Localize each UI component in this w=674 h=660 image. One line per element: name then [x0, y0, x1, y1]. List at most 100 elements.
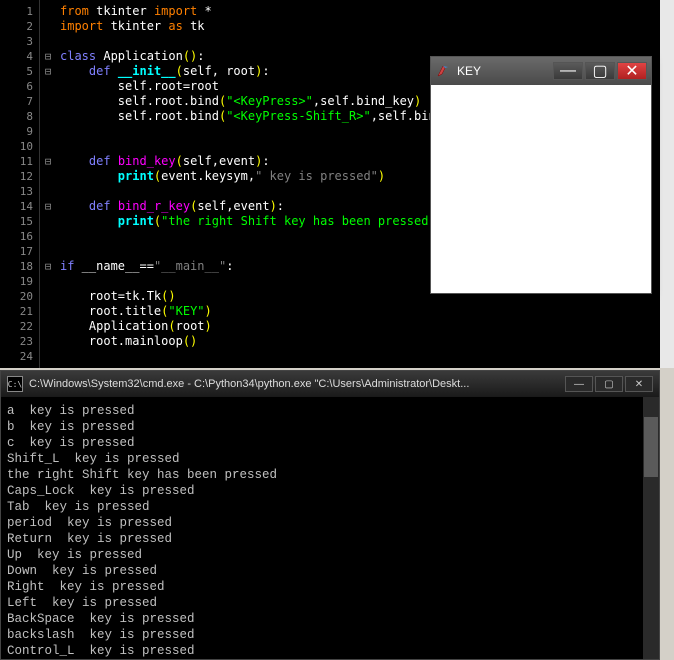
- fold-marker[interactable]: ⊟: [40, 49, 56, 64]
- maximize-icon: ▢: [604, 379, 613, 390]
- close-button[interactable]: ✕: [617, 62, 647, 80]
- line-number: 5: [0, 64, 39, 79]
- code-line[interactable]: from tkinter import *: [60, 4, 660, 19]
- cmd-output-line: period key is pressed: [7, 515, 653, 531]
- tk-client-area[interactable]: [431, 85, 651, 293]
- cmd-output-line: Caps_Lock key is pressed: [7, 483, 653, 499]
- fold-marker[interactable]: ⊟: [40, 199, 56, 214]
- cmd-titlebar[interactable]: C:\ C:\Windows\System32\cmd.exe - C:\Pyt…: [1, 371, 659, 397]
- cmd-output-line: Tab key is pressed: [7, 499, 653, 515]
- fold-marker[interactable]: [40, 334, 56, 349]
- line-number-gutter: 123456789101112131415161718192021222324: [0, 0, 40, 368]
- cmd-output-line: Down key is pressed: [7, 563, 653, 579]
- line-number: 1: [0, 4, 39, 19]
- fold-marker[interactable]: ⊟: [40, 64, 56, 79]
- tk-window-title: KEY: [457, 64, 553, 78]
- cmd-close-button[interactable]: ✕: [625, 376, 653, 392]
- line-number: 7: [0, 94, 39, 109]
- line-number: 18: [0, 259, 39, 274]
- line-number: 2: [0, 19, 39, 34]
- tk-titlebar[interactable]: KEY — ▢ ✕: [431, 57, 651, 85]
- fold-marker[interactable]: [40, 319, 56, 334]
- line-number: 24: [0, 349, 39, 364]
- fold-marker[interactable]: [40, 184, 56, 199]
- line-number: 11: [0, 154, 39, 169]
- fold-marker[interactable]: [40, 244, 56, 259]
- fold-marker[interactable]: [40, 124, 56, 139]
- line-number: 10: [0, 139, 39, 154]
- fold-marker[interactable]: [40, 289, 56, 304]
- minimize-icon: —: [574, 379, 584, 390]
- fold-marker[interactable]: [40, 94, 56, 109]
- cmd-minimize-button[interactable]: —: [565, 376, 593, 392]
- code-line[interactable]: import tkinter as tk: [60, 19, 660, 34]
- line-number: 9: [0, 124, 39, 139]
- cmd-output-line: BackSpace key is pressed: [7, 611, 653, 627]
- fold-marker[interactable]: [40, 214, 56, 229]
- fold-column[interactable]: ⊟⊟⊟⊟⊟: [40, 0, 56, 368]
- fold-marker[interactable]: [40, 4, 56, 19]
- line-number: 12: [0, 169, 39, 184]
- cmd-output-line: Control_L key is pressed: [7, 643, 653, 659]
- cmd-icon: C:\: [7, 376, 23, 392]
- cmd-scrollbar[interactable]: [643, 397, 659, 659]
- fold-marker[interactable]: [40, 274, 56, 289]
- line-number: 21: [0, 304, 39, 319]
- cmd-output-line: c key is pressed: [7, 435, 653, 451]
- cmd-output-line: Shift_L key is pressed: [7, 451, 653, 467]
- fold-marker[interactable]: [40, 79, 56, 94]
- maximize-icon: ▢: [592, 61, 607, 81]
- fold-marker[interactable]: [40, 169, 56, 184]
- maximize-button[interactable]: ▢: [585, 62, 615, 80]
- code-line[interactable]: Application(root): [60, 319, 660, 334]
- line-number: 23: [0, 334, 39, 349]
- fold-marker[interactable]: [40, 19, 56, 34]
- fold-marker[interactable]: [40, 34, 56, 49]
- close-icon: ✕: [635, 379, 643, 390]
- cmd-window-title: C:\Windows\System32\cmd.exe - C:\Python3…: [29, 378, 565, 390]
- tk-window-buttons: — ▢ ✕: [553, 62, 647, 80]
- close-icon: ✕: [625, 61, 638, 81]
- cmd-output-line: Left key is pressed: [7, 595, 653, 611]
- code-line[interactable]: [60, 34, 660, 49]
- cmd-output-line: Up key is pressed: [7, 547, 653, 563]
- tk-feather-icon: [435, 63, 451, 79]
- line-number: 22: [0, 319, 39, 334]
- code-line[interactable]: root.mainloop(): [60, 334, 660, 349]
- line-number: 15: [0, 214, 39, 229]
- fold-marker[interactable]: ⊟: [40, 154, 56, 169]
- cmd-maximize-button[interactable]: ▢: [595, 376, 623, 392]
- line-number: 6: [0, 79, 39, 94]
- cmd-output[interactable]: a key is pressedb key is pressedc key is…: [1, 397, 659, 659]
- tkinter-app-window[interactable]: KEY — ▢ ✕: [430, 56, 652, 294]
- cmd-output-line: the right Shift key has been pressed: [7, 467, 653, 483]
- line-number: 13: [0, 184, 39, 199]
- line-number: 14: [0, 199, 39, 214]
- cmd-scroll-thumb[interactable]: [644, 417, 658, 477]
- minimize-icon: —: [560, 62, 576, 80]
- line-number: 3: [0, 34, 39, 49]
- cmd-output-line: Return key is pressed: [7, 531, 653, 547]
- line-number: 4: [0, 49, 39, 64]
- fold-marker[interactable]: [40, 229, 56, 244]
- cmd-window-buttons: — ▢ ✕: [565, 376, 653, 392]
- code-line[interactable]: [60, 349, 660, 364]
- minimize-button[interactable]: —: [553, 62, 583, 80]
- editor-scrollbar[interactable]: [660, 0, 674, 368]
- cmd-window[interactable]: C:\ C:\Windows\System32\cmd.exe - C:\Pyt…: [0, 370, 660, 660]
- line-number: 16: [0, 229, 39, 244]
- cmd-output-line: backslash key is pressed: [7, 627, 653, 643]
- line-number: 17: [0, 244, 39, 259]
- code-line[interactable]: root.title("KEY"): [60, 304, 660, 319]
- fold-marker[interactable]: [40, 109, 56, 124]
- fold-marker[interactable]: [40, 349, 56, 364]
- line-number: 19: [0, 274, 39, 289]
- cmd-output-line: Right key is pressed: [7, 579, 653, 595]
- cmd-output-line: b key is pressed: [7, 419, 653, 435]
- fold-marker[interactable]: [40, 304, 56, 319]
- fold-marker[interactable]: ⊟: [40, 259, 56, 274]
- cmd-output-line: a key is pressed: [7, 403, 653, 419]
- line-number: 20: [0, 289, 39, 304]
- line-number: 8: [0, 109, 39, 124]
- fold-marker[interactable]: [40, 139, 56, 154]
